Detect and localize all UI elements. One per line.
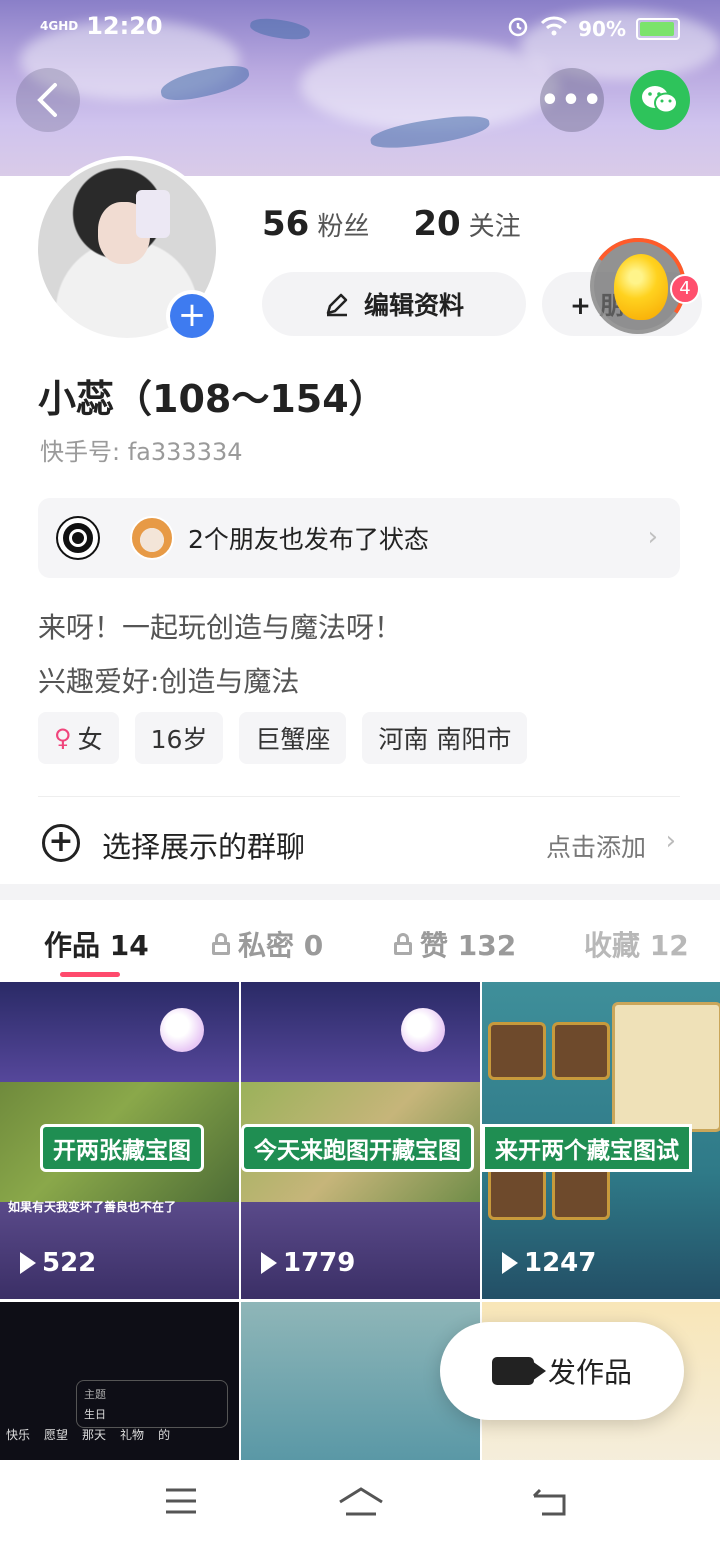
more-icon: ••• xyxy=(540,82,604,118)
status-time: 12:20 xyxy=(86,12,163,40)
video-subtitle: 如果有天我变坏了善良也不在了 xyxy=(8,1200,177,1214)
view-count: 1247 xyxy=(502,1248,596,1278)
divider xyxy=(38,796,680,797)
add-circle-icon: + xyxy=(42,824,80,862)
video-caption: 来开两个藏宝图试 xyxy=(482,1124,692,1172)
home-icon[interactable] xyxy=(338,1486,384,1526)
video-thumbnail[interactable]: 主题 生日 快乐 愿望 那天 礼物 的 xyxy=(0,1302,239,1460)
publish-button[interactable]: 发作品 xyxy=(440,1322,684,1420)
female-icon: ♀ xyxy=(54,724,72,752)
suggestion: 那天 xyxy=(82,1428,107,1442)
plus-icon: + xyxy=(170,294,214,338)
suggestion: 愿望 xyxy=(44,1428,69,1442)
location-tag: 河南 南阳市 xyxy=(362,712,528,764)
friends-status-card[interactable]: 2个朋友也发布了状态 › xyxy=(38,498,680,578)
egg-reward-widget[interactable]: 4 xyxy=(582,230,700,342)
age-tag: 16岁 xyxy=(134,712,224,764)
video-thumbnail[interactable]: 今天来跑图开藏宝图 1779 xyxy=(241,982,480,1299)
tab-label: 收藏 12 xyxy=(584,929,689,962)
following-stat[interactable]: 20 关注 xyxy=(413,204,520,244)
view-count-value: 1247 xyxy=(524,1248,597,1278)
bio-line: 兴趣爱好:创造与魔法 xyxy=(38,665,300,698)
pencil-icon xyxy=(326,293,348,317)
system-nav-bar xyxy=(0,1460,720,1544)
suggestion: 的 xyxy=(158,1428,171,1442)
keyboard-suggestions: 快乐 愿望 那天 礼物 的 xyxy=(6,1426,170,1443)
profile-tags: ♀ 女 16岁 巨蟹座 河南 南阳市 xyxy=(38,712,528,764)
profile-stats: 56 粉丝 20 关注 xyxy=(262,204,521,244)
gender-tag: ♀ 女 xyxy=(38,712,119,764)
group-chat-label: 选择展示的群聊 xyxy=(102,830,306,864)
profile-name: 小蕊（108～154） xyxy=(38,377,387,421)
publish-label: 发作品 xyxy=(547,1356,632,1389)
input-text: 生日 xyxy=(84,1408,106,1421)
wechat-share-button[interactable] xyxy=(630,70,690,130)
edit-profile-label: 编辑资料 xyxy=(363,291,464,320)
back-arrow-icon xyxy=(37,83,57,117)
edit-profile-button[interactable]: 编辑资料 xyxy=(262,272,526,336)
tag-label: 16岁 xyxy=(150,725,208,754)
content-tabs: 作品 14 私密 0 赞 132 收藏 12 xyxy=(0,900,720,982)
back-nav-icon[interactable] xyxy=(530,1486,568,1526)
battery-icon xyxy=(636,17,680,40)
friend-avatar xyxy=(56,516,100,560)
view-count-value: 522 xyxy=(42,1248,97,1278)
menu-icon[interactable] xyxy=(164,1486,198,1524)
following-label: 关注 xyxy=(468,212,521,242)
tab-label: 私密 0 xyxy=(238,929,324,962)
input-topic: 主题 xyxy=(84,1388,106,1401)
zodiac-tag: 巨蟹座 xyxy=(239,712,347,764)
suggestion: 快乐 xyxy=(6,1428,31,1442)
section-separator xyxy=(0,884,720,900)
play-icon xyxy=(261,1252,277,1274)
friends-status-text: 2个朋友也发布了状态 xyxy=(188,525,429,554)
kuaishou-id[interactable]: 快手号: fa333334 xyxy=(40,432,243,467)
suggestion: 礼物 xyxy=(120,1428,145,1442)
back-button[interactable] xyxy=(16,68,80,132)
video-thumbnail[interactable]: 开两张藏宝图 如果有天我变坏了善良也不在了 522 xyxy=(0,982,239,1299)
tag-label: 河南 南阳市 xyxy=(378,725,512,754)
view-count: 1779 xyxy=(261,1248,355,1278)
avatar-add-button[interactable]: + xyxy=(166,290,218,342)
tab-label: 作品 14 xyxy=(44,929,149,962)
friend-avatar xyxy=(130,516,174,560)
camera-icon xyxy=(491,1357,534,1385)
following-count: 20 xyxy=(413,204,461,244)
view-count-value: 1779 xyxy=(283,1248,356,1278)
group-chat-action: 点击添加 xyxy=(545,833,646,862)
group-chat-row[interactable]: + 选择展示的群聊 点击添加 › xyxy=(38,812,680,872)
tag-label: 巨蟹座 xyxy=(255,725,331,754)
play-icon xyxy=(502,1252,518,1274)
chevron-right-icon: › xyxy=(647,522,658,552)
tab-likes[interactable]: 赞 132 xyxy=(394,924,516,964)
lock-icon xyxy=(394,933,412,955)
tab-favorites[interactable]: 收藏 12 xyxy=(584,924,689,964)
play-icon xyxy=(20,1252,36,1274)
followers-count: 56 xyxy=(262,204,310,244)
status-bar: 4GHD 12:20 90% xyxy=(0,0,720,56)
egg-badge: 4 xyxy=(670,274,700,304)
video-thumbnail[interactable]: 来开两个藏宝图试 1247 xyxy=(482,982,720,1299)
bio-line: 来呀！一起玩创造与魔法呀！ xyxy=(38,611,403,644)
video-caption: 今天来跑图开藏宝图 xyxy=(241,1124,474,1172)
tab-private[interactable]: 私密 0 xyxy=(212,924,323,964)
lock-icon xyxy=(212,933,230,955)
more-button[interactable]: ••• xyxy=(540,68,604,132)
battery-percent: 90% xyxy=(578,16,626,41)
tab-works[interactable]: 作品 14 xyxy=(44,924,149,964)
network-indicator: 4GHD xyxy=(40,19,79,33)
tag-label: 女 xyxy=(77,725,103,754)
golden-egg-icon xyxy=(614,254,668,320)
video-caption: 开两张藏宝图 xyxy=(40,1124,204,1172)
view-count: 522 xyxy=(20,1248,96,1278)
chevron-right-icon: › xyxy=(665,826,676,856)
followers-stat[interactable]: 56 粉丝 xyxy=(262,204,369,244)
wifi-icon xyxy=(540,15,568,42)
alarm-icon xyxy=(506,14,530,43)
tab-label: 赞 132 xyxy=(420,929,517,962)
tab-active-indicator xyxy=(60,972,120,977)
followers-label: 粉丝 xyxy=(317,212,370,242)
wechat-icon xyxy=(642,86,678,114)
